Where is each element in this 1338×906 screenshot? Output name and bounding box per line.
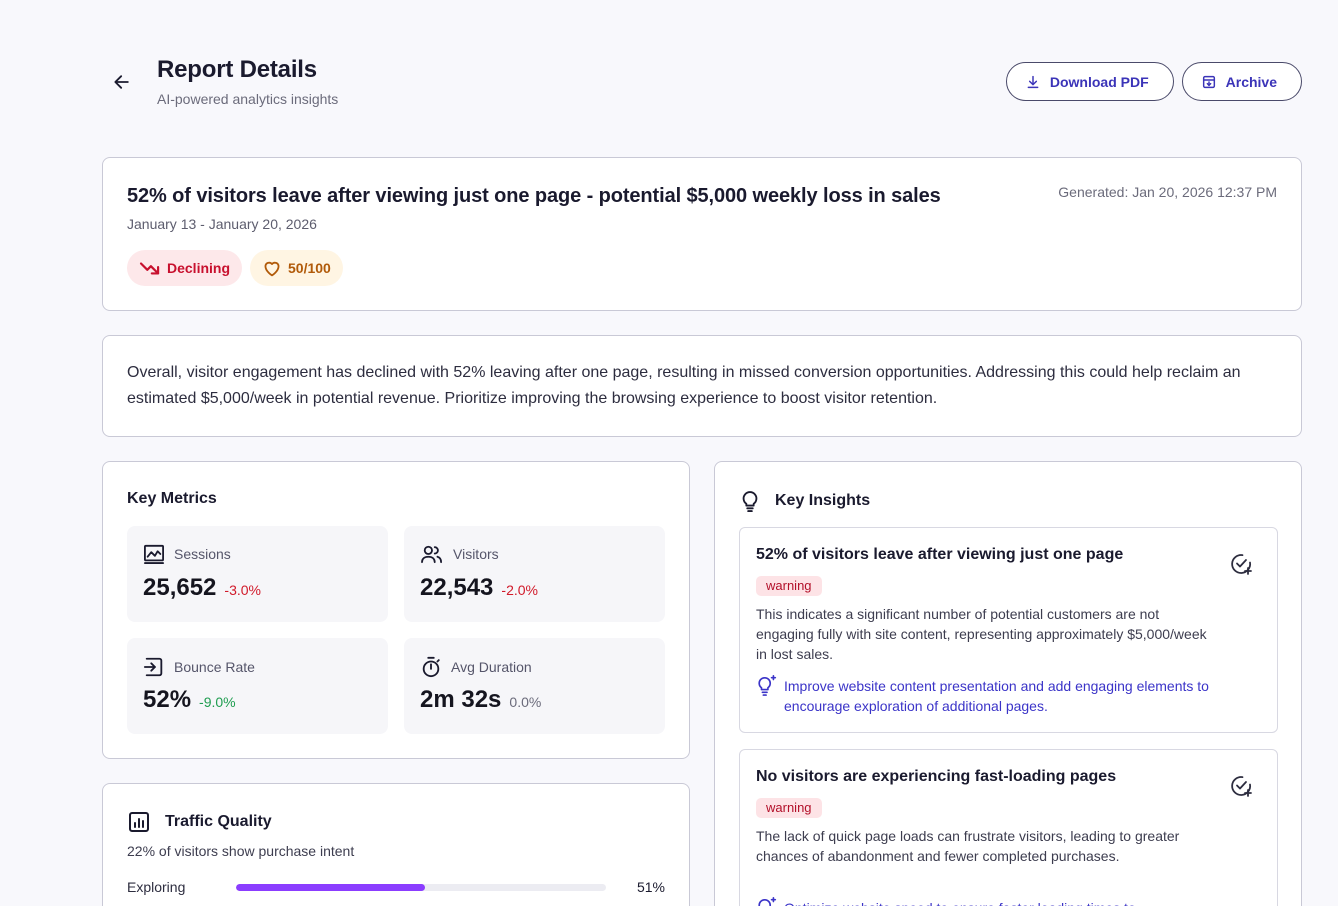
back-button[interactable]: [110, 70, 134, 94]
metric-label-row: Bounce Rate: [143, 656, 255, 678]
metric-value: 2m 32s: [420, 686, 502, 713]
page-subtitle: AI-powered analytics insights: [157, 91, 339, 107]
insight-title: 52% of visitors leave after viewing just…: [756, 546, 1124, 563]
traffic-bar-label: Exploring: [127, 879, 186, 895]
traffic-quality-card: Traffic Quality 22% of visitors show pur…: [102, 783, 690, 906]
metric-grid: Sessions 25,652 -3.0% Visitors 22,543 -2…: [127, 526, 666, 734]
lightbulb-sparkle-icon: [758, 897, 777, 906]
insight-item: 52% of visitors leave after viewing just…: [739, 527, 1278, 733]
metric-value-row: 22,543 -2.0%: [420, 574, 538, 602]
bar-chart-icon: [129, 812, 149, 832]
metric-tile-bounce-rate: Bounce Rate 52% -9.0%: [127, 638, 388, 734]
executive-summary-text: Overall, visitor engagement has declined…: [127, 364, 1241, 407]
metric-label: Avg Duration: [451, 659, 532, 675]
trend-badge-label: Declining: [167, 260, 231, 276]
traffic-quality-header: Traffic Quality: [127, 810, 272, 834]
insight-description: The lack of quick page loads can frustra…: [756, 828, 1180, 864]
insight-item: No visitors are experiencing fast-loadin…: [739, 749, 1278, 906]
metric-tile-sessions: Sessions 25,652 -3.0%: [127, 526, 388, 622]
download-icon: [1027, 75, 1039, 88]
exit-icon: [143, 657, 163, 677]
metric-label-row: Visitors: [420, 544, 499, 564]
metric-label: Sessions: [174, 546, 231, 562]
health-score-badge: 50/100: [250, 250, 343, 286]
mark-done-button[interactable]: [1229, 774, 1253, 798]
metric-value: 22,543: [420, 574, 494, 601]
traffic-quality-subtitle: 22% of visitors show purchase intent: [127, 843, 355, 859]
metric-label: Bounce Rate: [174, 659, 255, 675]
metric-tile-visitors: Visitors 22,543 -2.0%: [404, 526, 665, 622]
key-metrics-card: Key Metrics Sessions 25,652 -3.0% Visito…: [102, 461, 690, 759]
report-generated-timestamp: Generated: Jan 20, 2026 12:37 PM: [1058, 184, 1277, 200]
check-circle-plus-icon: [1231, 776, 1252, 797]
insight-title: No visitors are experiencing fast-loadin…: [756, 768, 1117, 785]
health-score-label: 50/100: [288, 260, 331, 276]
heart-icon: [264, 261, 280, 277]
report-date-range: January 13 - January 20, 2026: [127, 216, 317, 232]
insight-recommendation: Optimize website speed to ensure faster …: [756, 897, 1216, 906]
report-badges: Declining 50/100: [127, 250, 343, 286]
traffic-quality-title: Traffic Quality: [165, 813, 272, 830]
key-insights-card: Key Insights 52% of visitors leave after…: [714, 461, 1302, 906]
stopwatch-icon: [422, 656, 440, 678]
metric-change: -9.0%: [199, 694, 236, 710]
metric-change: -3.0%: [224, 582, 261, 598]
insight-recommendation: Improve website content presentation and…: [756, 675, 1216, 716]
page-title: Report Details: [157, 56, 317, 83]
users-icon: [421, 545, 443, 564]
lightbulb-icon: [742, 491, 758, 512]
archive-button[interactable]: Archive: [1181, 62, 1302, 101]
traffic-bar-row: Exploring 51%: [127, 879, 665, 899]
header-actions: Download PDF Archive: [1005, 62, 1302, 101]
key-metrics-title: Key Metrics: [127, 490, 217, 507]
metric-value-row: 2m 32s 0.0%: [420, 686, 541, 714]
sessions-chart-icon: [144, 544, 164, 564]
metric-value: 25,652: [143, 574, 217, 601]
insight-recommendation-text: Improve website content presentation and…: [784, 678, 1209, 714]
report-summary-card: 52% of visitors leave after viewing just…: [102, 157, 1302, 311]
metric-value-row: 25,652 -3.0%: [143, 574, 261, 602]
trending-down-icon: [139, 262, 160, 275]
metric-label-row: Sessions: [143, 544, 231, 564]
metric-value: 52%: [143, 686, 192, 713]
severity-badge: warning: [756, 798, 822, 818]
download-pdf-button[interactable]: Download PDF: [1005, 62, 1174, 101]
trend-badge: Declining: [127, 250, 243, 286]
metric-value-row: 52% -9.0%: [143, 686, 236, 714]
metric-label: Visitors: [453, 546, 499, 562]
lightbulb-sparkle-icon: [758, 675, 777, 696]
traffic-bar-percent: 51%: [636, 879, 665, 895]
insight-description: This indicates a significant number of p…: [756, 606, 1207, 662]
metric-label-row: Avg Duration: [420, 656, 532, 678]
severity-badge: warning: [756, 576, 822, 596]
executive-summary-card: Overall, visitor engagement has declined…: [102, 335, 1302, 437]
traffic-bar-fill: [236, 884, 425, 891]
key-insights-header: Key Insights: [739, 489, 870, 513]
metric-tile-avg-duration: Avg Duration 2m 32s 0.0%: [404, 638, 665, 734]
mark-done-button[interactable]: [1229, 552, 1253, 576]
metric-change: -2.0%: [501, 582, 538, 598]
check-circle-plus-icon: [1231, 554, 1252, 575]
archive-label: Archive: [1225, 73, 1277, 90]
traffic-bar-track: [236, 884, 606, 891]
page-header: Report Details AI-powered analytics insi…: [102, 56, 1302, 112]
archive-icon: [1202, 75, 1215, 88]
report-headline: 52% of visitors leave after viewing just…: [127, 185, 941, 207]
key-insights-title: Key Insights: [775, 492, 871, 509]
metric-change: 0.0%: [509, 694, 542, 710]
download-pdf-label: Download PDF: [1049, 73, 1149, 90]
arrow-left-icon: [114, 75, 129, 89]
insight-recommendation-text: Optimize website speed to ensure faster …: [784, 898, 1136, 906]
